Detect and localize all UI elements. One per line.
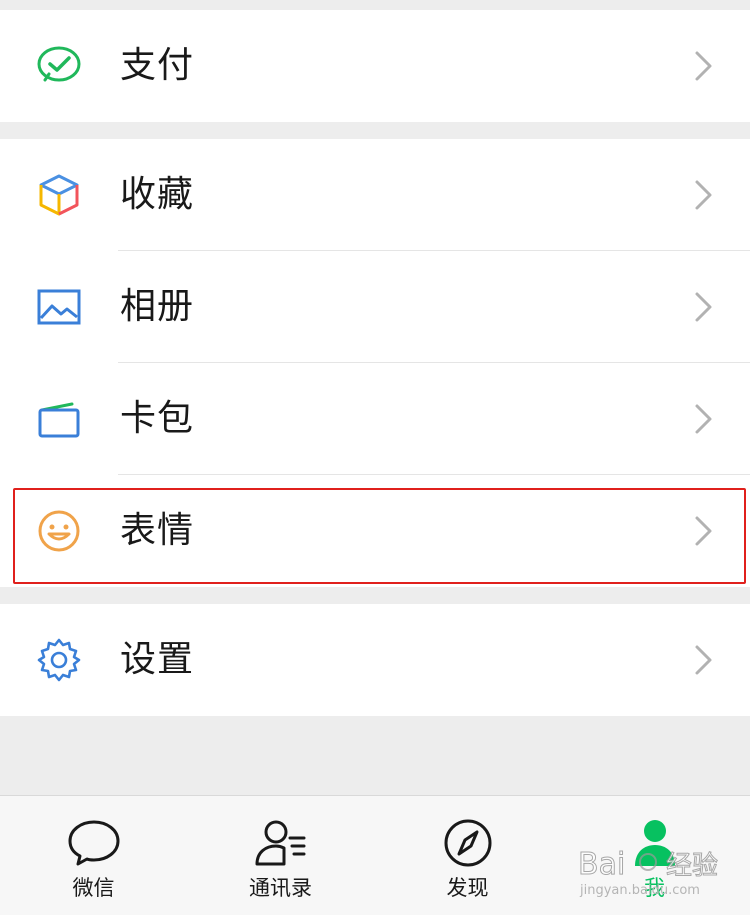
tab-label-me: 我 xyxy=(644,876,665,900)
chevron-right-icon xyxy=(695,404,712,434)
compass-icon xyxy=(444,819,491,867)
chevron-right-icon xyxy=(695,292,712,322)
menu-label-settings: 设置 xyxy=(120,639,195,680)
favorites-cube-icon xyxy=(39,174,79,216)
me-page: 支付 收藏 相册 卡包 表情 设置 微信 通讯录 发现 我 Bai 经验 jin… xyxy=(0,0,750,915)
menu-item-stickers[interactable]: 表情 xyxy=(0,475,750,587)
menu-label-stickers: 表情 xyxy=(120,510,195,551)
chevron-right-icon xyxy=(695,51,712,81)
card-wallet-icon xyxy=(38,402,80,438)
menu-item-album[interactable]: 相册 xyxy=(0,251,750,363)
tab-me[interactable]: 我 xyxy=(561,796,748,915)
group-settings: 设置 xyxy=(0,604,750,716)
chevron-right-icon xyxy=(695,180,712,210)
menu-label-pay: 支付 xyxy=(120,45,195,86)
chevron-right-icon xyxy=(695,645,712,675)
tab-chats[interactable]: 微信 xyxy=(0,796,187,915)
menu-label-cards: 卡包 xyxy=(120,398,195,439)
group-collections: 收藏 相册 卡包 表情 xyxy=(0,139,750,587)
tab-contacts[interactable]: 通讯录 xyxy=(187,796,374,915)
chat-bubble-icon xyxy=(68,820,119,866)
wechat-pay-icon xyxy=(37,46,81,82)
menu-label-album: 相册 xyxy=(120,286,195,327)
menu-item-settings[interactable]: 设置 xyxy=(0,604,750,716)
gear-icon xyxy=(37,638,81,682)
tab-label-contacts: 通讯录 xyxy=(249,876,312,900)
menu-item-favorites[interactable]: 收藏 xyxy=(0,139,750,251)
tab-discover[interactable]: 发现 xyxy=(374,796,561,915)
album-photo-icon xyxy=(37,289,81,325)
group-pay: 支付 xyxy=(0,10,750,122)
bottom-tab-bar: 微信 通讯录 发现 我 xyxy=(0,795,750,915)
tab-label-discover: 发现 xyxy=(446,876,489,900)
tab-label-chats: 微信 xyxy=(72,876,115,900)
chevron-right-icon xyxy=(695,516,712,546)
contacts-icon xyxy=(255,820,305,866)
smiley-face-icon xyxy=(38,510,80,552)
menu-item-cards[interactable]: 卡包 xyxy=(0,363,750,475)
person-icon xyxy=(634,820,675,866)
menu-label-favorites: 收藏 xyxy=(120,174,195,215)
menu-item-pay[interactable]: 支付 xyxy=(0,10,750,122)
